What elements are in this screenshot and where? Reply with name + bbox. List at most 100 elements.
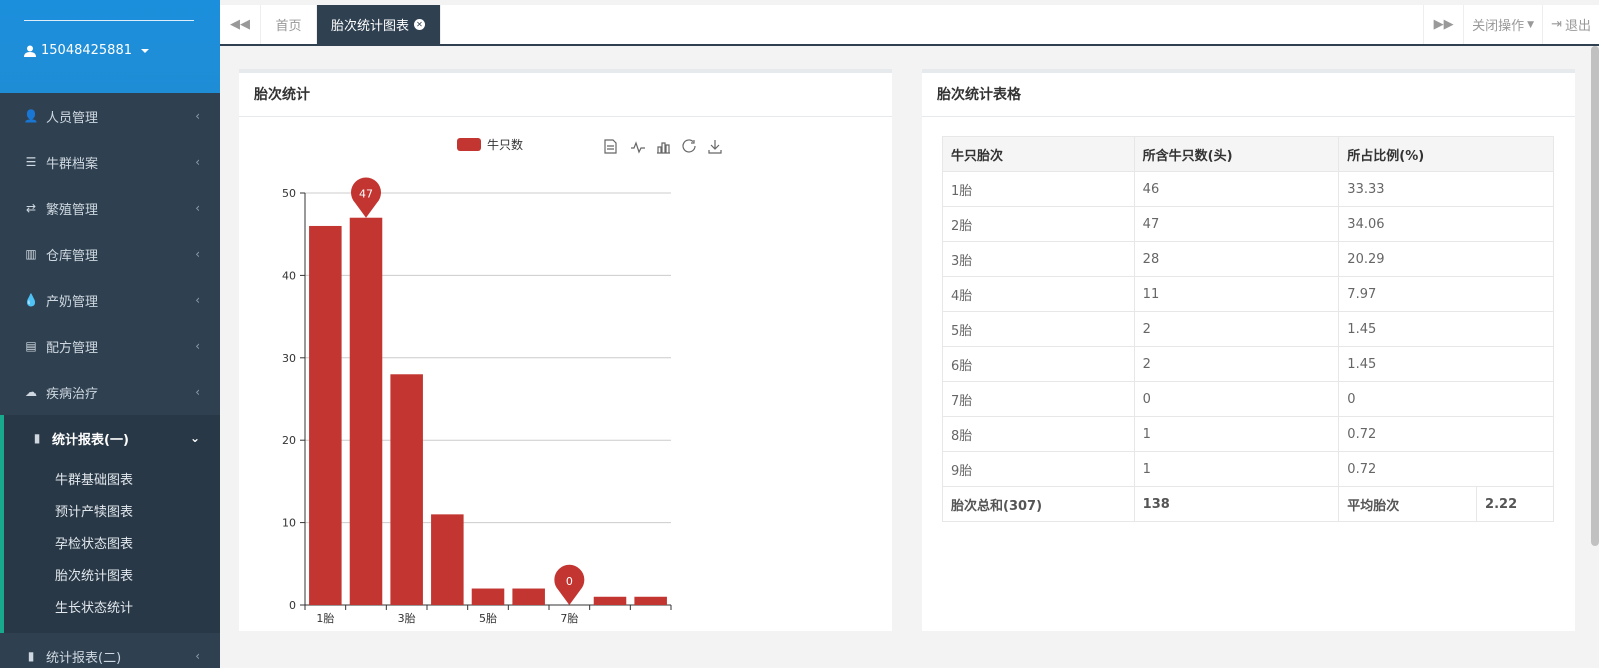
table-summary-row: 胎次总和(307) 138 平均胎次 2.22	[942, 486, 1554, 522]
backward-icon: ◀◀	[230, 17, 250, 32]
table-cell: 1.45	[1338, 311, 1554, 347]
table-header: 所占比例(%)	[1338, 136, 1554, 172]
summary-cell: 平均胎次	[1338, 486, 1478, 522]
sidebar-item[interactable]: ▮ 统计报表(一) ⌄	[0, 415, 220, 461]
download-icon[interactable]	[708, 140, 722, 154]
restore-icon[interactable]	[682, 139, 696, 153]
summary-cell: 胎次总和(307)	[942, 486, 1135, 522]
bar[interactable]	[634, 596, 667, 605]
data-view-icon[interactable]	[604, 139, 617, 154]
sidebar-item[interactable]: ☁ 疾病治疗 ‹	[0, 369, 220, 415]
bar-chart-icon-shape	[657, 142, 670, 154]
bar-chart-icon: ▮	[27, 649, 35, 663]
table-panel-title: 胎次统计表格	[922, 73, 1575, 117]
bar[interactable]	[593, 596, 627, 605]
sidebar-item[interactable]: ⇄ 繁殖管理 ‹	[0, 185, 220, 231]
table-cell: 33.33	[1338, 171, 1554, 207]
sidebar-item[interactable]: 👤 人员管理 ‹	[0, 93, 220, 139]
bar[interactable]	[431, 514, 464, 605]
legend-swatch[interactable]	[457, 138, 481, 151]
table-row: 8胎 1 0.72	[942, 416, 1554, 452]
table-cell: 8胎	[942, 416, 1135, 452]
bottom-strip	[220, 652, 1599, 668]
table-cell: 0	[1338, 381, 1554, 417]
server-icon: ☰	[25, 155, 37, 169]
x-tick-label: 1胎	[316, 611, 334, 625]
sidebar-header: 15048425881	[0, 0, 220, 93]
sidebar-subitem[interactable]: 预计产犊图表	[4, 497, 220, 529]
sidebar-item-label: 产奶管理	[46, 294, 99, 310]
table-cell: 7.97	[1338, 276, 1554, 312]
sitemap-icon: ▥	[25, 247, 37, 261]
summary-cell: 2.22	[1476, 486, 1554, 522]
tint-icon: 💧	[23, 293, 39, 307]
table-cell: 7胎	[942, 381, 1135, 417]
table-cell: 6胎	[942, 346, 1135, 382]
marker-label: 0	[566, 575, 573, 588]
user-menu[interactable]: 15048425881	[24, 43, 149, 58]
table-cell: 47	[1133, 206, 1340, 242]
user-icon: 👤	[23, 109, 39, 123]
sidebar-subnav: 牛群基础图表 预计产犊图表 孕检状态图表 胎次统计图表 生长状态统计	[0, 461, 220, 633]
table-cell: 5胎	[942, 311, 1135, 347]
list-alt-icon: ▤	[25, 339, 37, 353]
table-cell: 34.06	[1338, 206, 1554, 242]
table-cell: 2	[1133, 311, 1340, 347]
sidebar-subitem[interactable]: 胎次统计图表	[4, 561, 220, 593]
bar[interactable]	[512, 588, 545, 605]
chevron-left-icon: ‹	[195, 339, 200, 353]
header-divider	[24, 20, 194, 21]
y-tick-label: 0	[289, 599, 296, 612]
close-ops-label: 关闭操作	[1472, 19, 1525, 34]
sidebar-subitem[interactable]: 牛群基础图表	[4, 465, 220, 497]
table-row: 9胎 1 0.72	[942, 451, 1554, 487]
download-icon-shape	[708, 140, 722, 154]
tab-parity-chart[interactable]: 胎次统计图表 ✕	[317, 5, 441, 44]
table-cell: 3胎	[942, 241, 1135, 277]
bar[interactable]	[349, 217, 383, 605]
tab-home-label: 首页	[275, 19, 302, 34]
table-cell: 1	[1133, 451, 1340, 487]
chevron-left-icon: ‹	[195, 385, 200, 399]
caret-down-icon: ▼	[1527, 19, 1535, 30]
restore-icon-shape	[682, 139, 696, 153]
bar[interactable]	[390, 374, 423, 605]
bar[interactable]	[309, 225, 342, 605]
table-row: 3胎 28 20.29	[942, 241, 1554, 277]
sidebar-item[interactable]: 💧 产奶管理 ‹	[0, 277, 220, 323]
marker-label: 47	[359, 188, 373, 201]
forward-icon: ▶▶	[1433, 17, 1454, 32]
table-panel: 胎次统计表格 牛只胎次 所含牛只数(头) 所占比例(%) 1胎 46 33.33 2胎…	[922, 69, 1575, 631]
scroll-left-button[interactable]: ◀◀	[220, 5, 261, 44]
user-icon	[24, 45, 36, 57]
table-header: 所含牛只数(头)	[1133, 136, 1340, 172]
close-tab-icon[interactable]: ✕	[414, 19, 426, 30]
tab-tools: ▶▶ 关闭操作 ▼ ⇥ 退出	[1423, 5, 1599, 44]
signal-icon: ▮	[33, 431, 41, 445]
y-tick-label: 40	[282, 269, 296, 282]
summary-cell: 138	[1133, 486, 1340, 522]
sidebar-item-label: 配方管理	[46, 340, 99, 356]
table-cell: 46	[1133, 171, 1340, 207]
sidebar-item-label: 繁殖管理	[46, 202, 99, 218]
sidebar-item[interactable]: ▥ 仓库管理 ‹	[0, 231, 220, 277]
page-scrollbar[interactable]	[1591, 46, 1599, 546]
sidebar-item[interactable]: ☰ 牛群档案 ‹	[0, 139, 220, 185]
retweet-icon: ⇄	[25, 201, 37, 215]
bar-chart-icon[interactable]	[657, 142, 670, 154]
tab-home[interactable]: 首页	[261, 5, 317, 44]
y-tick-label: 30	[282, 352, 296, 365]
logout-button[interactable]: ⇥ 退出	[1542, 5, 1599, 44]
sidebar-item[interactable]: ▤ 配方管理 ‹	[0, 323, 220, 369]
table-cell: 4胎	[942, 276, 1135, 312]
sidebar-subitem[interactable]: 生长状态统计	[4, 593, 220, 625]
scroll-right-button[interactable]: ▶▶	[1423, 5, 1463, 44]
close-ops-dropdown[interactable]: 关闭操作 ▼	[1463, 5, 1542, 44]
x-tick-label: 3胎	[398, 611, 416, 625]
table-cell: 1胎	[942, 171, 1135, 207]
sidebar-subitem[interactable]: 孕检状态图表	[4, 529, 220, 561]
bar[interactable]	[471, 588, 505, 605]
sidebar-item[interactable]: ▮ 统计报表(二) ‹	[0, 633, 220, 668]
tab-bar: ◀◀ 首页 胎次统计图表 ✕ ▶▶ 关闭操作 ▼ ⇥ 退出	[220, 5, 1599, 46]
line-chart-icon[interactable]	[631, 141, 645, 154]
